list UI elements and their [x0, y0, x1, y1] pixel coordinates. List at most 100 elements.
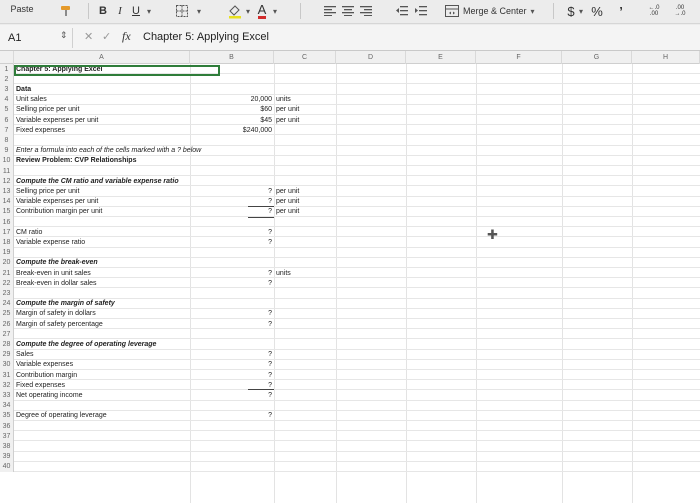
cell-a[interactable]: Compute the break-even: [16, 258, 98, 268]
select-all-corner[interactable]: [0, 51, 14, 64]
cell-b[interactable]: ?: [190, 390, 272, 400]
cell-c[interactable]: per unit: [276, 197, 336, 207]
confirm-icon[interactable]: ✓: [102, 30, 111, 43]
cell-b[interactable]: ?: [190, 278, 272, 288]
cell-a[interactable]: Net operating income: [16, 390, 83, 400]
cell-b[interactable]: ?: [190, 186, 272, 196]
row-header[interactable]: 10: [0, 155, 14, 166]
cell-b[interactable]: [190, 176, 272, 186]
row-header[interactable]: 12: [0, 176, 14, 187]
row-header[interactable]: 5: [0, 104, 14, 115]
row-header[interactable]: 8: [0, 135, 14, 146]
cell-c[interactable]: [276, 74, 336, 84]
cell-c[interactable]: per unit: [276, 115, 336, 125]
cell-c[interactable]: [276, 299, 336, 309]
decrease-decimal-button[interactable]: .00 →.0: [670, 2, 690, 20]
row-header[interactable]: 16: [0, 217, 14, 228]
cell-b[interactable]: ?: [190, 350, 272, 360]
cell-b[interactable]: [190, 452, 272, 462]
row-header[interactable]: 33: [0, 390, 14, 401]
cell-a[interactable]: Break-even in dollar sales: [16, 278, 97, 288]
cell-c[interactable]: [276, 227, 336, 237]
cell-b[interactable]: [190, 84, 272, 94]
cell-b[interactable]: [190, 431, 272, 441]
cell-a[interactable]: Sales: [16, 350, 34, 360]
cell-b[interactable]: [190, 217, 272, 227]
row-header[interactable]: 11: [0, 166, 14, 177]
column-header-a[interactable]: A: [14, 51, 190, 64]
cell-a[interactable]: Variable expenses: [16, 360, 73, 370]
row-header[interactable]: 3: [0, 84, 14, 95]
cell-b[interactable]: [190, 248, 272, 258]
increase-indent-icon[interactable]: [413, 2, 429, 20]
format-painter-icon[interactable]: [58, 2, 74, 20]
cell-c[interactable]: [276, 370, 336, 380]
cell-c[interactable]: [276, 329, 336, 339]
cell-c[interactable]: [276, 64, 336, 74]
cell-c[interactable]: [276, 156, 336, 166]
borders-icon[interactable]: [172, 2, 192, 20]
cell-b[interactable]: ?: [190, 227, 272, 237]
cell-c[interactable]: units: [276, 268, 336, 278]
row-header[interactable]: 22: [0, 278, 14, 289]
cancel-icon[interactable]: ✕: [84, 30, 93, 43]
row-header[interactable]: 21: [0, 268, 14, 279]
cell-b[interactable]: [190, 441, 272, 451]
cell-c[interactable]: [276, 258, 336, 268]
cell-c[interactable]: [276, 125, 336, 135]
row-header[interactable]: 25: [0, 308, 14, 319]
fill-color-dropdown-icon[interactable]: ▾: [244, 2, 252, 20]
row-header[interactable]: 30: [0, 359, 14, 370]
cell-a[interactable]: Enter a formula into each of the cells m…: [16, 146, 201, 156]
cell-a[interactable]: Selling price per unit: [16, 186, 79, 196]
cell-b[interactable]: ?: [190, 370, 272, 380]
font-color-button[interactable]: A: [254, 2, 270, 20]
cell-c[interactable]: [276, 452, 336, 462]
cell-c[interactable]: [276, 278, 336, 288]
row-header[interactable]: 18: [0, 237, 14, 248]
column-header-h[interactable]: H: [632, 51, 700, 64]
cell-c[interactable]: per unit: [276, 105, 336, 115]
cell-b[interactable]: $60: [190, 105, 272, 115]
merge-center-button[interactable]: Merge & Center ▾: [445, 2, 545, 20]
increase-decimal-button[interactable]: ←.0 .00: [644, 2, 664, 20]
cell-b[interactable]: ?: [190, 237, 272, 247]
cell-a[interactable]: Degree of operating leverage: [16, 411, 107, 421]
cell-b[interactable]: $240,000: [190, 125, 272, 135]
cell-c[interactable]: [276, 360, 336, 370]
row-header[interactable]: 7: [0, 125, 14, 136]
currency-button[interactable]: $: [565, 2, 577, 20]
column-header-d[interactable]: D: [336, 51, 406, 64]
row-header[interactable]: 29: [0, 349, 14, 360]
row-header[interactable]: 19: [0, 247, 14, 258]
row-header[interactable]: 23: [0, 288, 14, 299]
row-header[interactable]: 35: [0, 410, 14, 421]
percent-button[interactable]: %: [590, 2, 604, 20]
row-header[interactable]: 2: [0, 74, 14, 85]
spreadsheet-grid[interactable]: A B C D E F G H 1 Chapter 5: Applying Exc…: [0, 51, 700, 503]
cell-b[interactable]: $45: [190, 115, 272, 125]
cell-a[interactable]: Selling price per unit: [16, 105, 79, 115]
cell-c[interactable]: [276, 84, 336, 94]
cell-c[interactable]: [276, 462, 336, 472]
cell-b[interactable]: [190, 166, 272, 176]
bold-button[interactable]: B: [95, 2, 111, 20]
name-box-stepper-icon[interactable]: ⇕: [60, 30, 68, 41]
cell-a[interactable]: Data: [16, 84, 31, 94]
cell-c[interactable]: [276, 237, 336, 247]
cell-c[interactable]: [276, 217, 336, 227]
cell-b[interactable]: ?: [190, 319, 272, 329]
cell-c[interactable]: [276, 166, 336, 176]
column-header-b[interactable]: B: [190, 51, 274, 64]
fill-color-icon[interactable]: [226, 2, 244, 20]
cell-c[interactable]: [276, 176, 336, 186]
cell-c[interactable]: units: [276, 95, 336, 105]
cell-b[interactable]: ?: [190, 268, 272, 278]
align-left-icon[interactable]: [322, 2, 338, 20]
cell-a[interactable]: Variable expenses per unit: [16, 115, 98, 125]
cell-a[interactable]: Compute the degree of operating leverage: [16, 339, 156, 349]
row-header[interactable]: 27: [0, 329, 14, 340]
cell-c[interactable]: [276, 288, 336, 298]
cell-a[interactable]: Contribution margin per unit: [16, 207, 102, 217]
cell-a[interactable]: Break-even in unit sales: [16, 268, 91, 278]
